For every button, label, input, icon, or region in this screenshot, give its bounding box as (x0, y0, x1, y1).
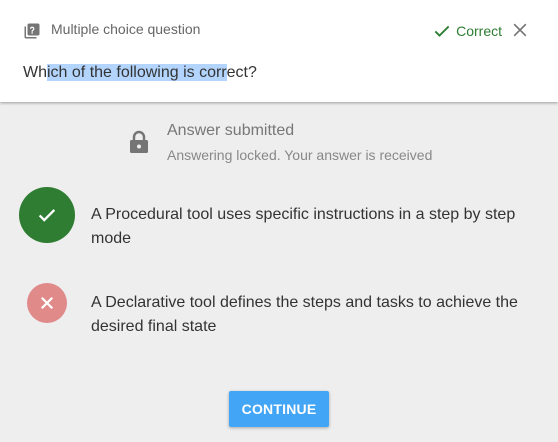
incorrect-badge (27, 283, 67, 323)
answer-option: A Declarative tool defines the steps and… (91, 294, 518, 335)
question-type-label: Multiple choice question (51, 21, 201, 37)
submission-subtitle: Answering locked. Your answer is receive… (167, 147, 433, 163)
lock-icon (130, 130, 148, 153)
correct-badge (19, 187, 75, 243)
submission-title: Answer submitted (167, 122, 295, 139)
question-header-card: Multiple choice question Correct Which o… (0, 0, 558, 102)
question-text: Which of the following is correct? (23, 64, 257, 82)
question-text-selection: ich of the following is corr (47, 64, 227, 81)
status-label: Correct (456, 23, 502, 39)
close-icon[interactable] (510, 20, 530, 40)
continue-button[interactable]: CONTINUE (229, 391, 329, 427)
check-icon (434, 25, 450, 37)
question-text-end: ect? (226, 64, 257, 81)
quiz-icon (24, 23, 40, 39)
question-text-start: Wh (23, 64, 47, 81)
result-status: Correct (432, 21, 502, 41)
answer-option: A Procedural tool uses specific instruct… (91, 206, 516, 247)
cross-icon (40, 296, 54, 310)
check-icon (38, 209, 56, 222)
